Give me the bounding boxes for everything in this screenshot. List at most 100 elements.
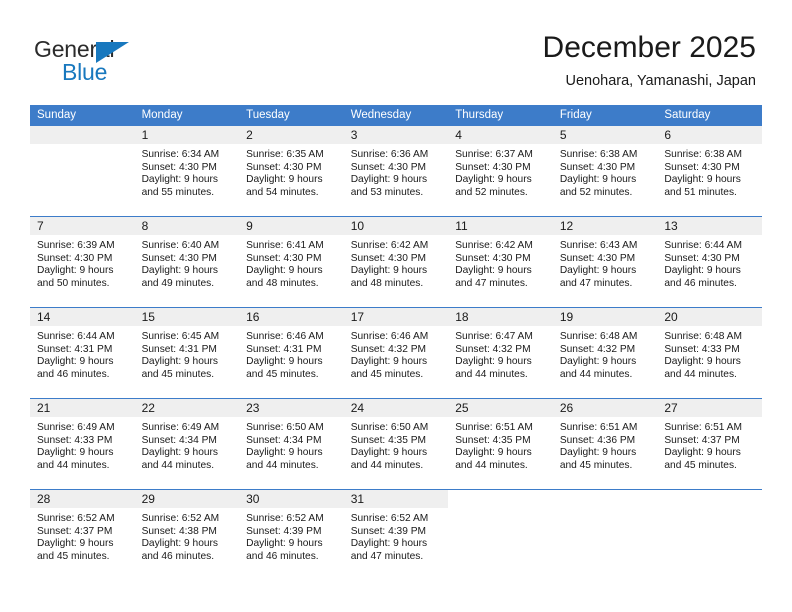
sun-info-line: Daylight: 9 hours xyxy=(141,538,219,550)
calendar-cell-empty xyxy=(448,489,553,580)
calendar-day-cell[interactable]: 27 Sunrise: 6:51 AM Sunset: 4:37 PM Dayligh… xyxy=(657,398,762,490)
sun-info-line: Daylight: 9 hours xyxy=(350,265,428,277)
calendar-day-cell[interactable]: 15 Sunrise: 6:45 AM Sunset: 4:31 PM Dayligh… xyxy=(134,307,240,399)
page-title: December 2025 xyxy=(542,31,756,64)
calendar-cell-empty xyxy=(30,126,135,217)
day-number: 19 xyxy=(552,308,658,326)
sun-info-line: Sunrise: 6:42 AM xyxy=(350,240,429,251)
calendar-day-cell[interactable]: 4 Sunrise: 6:37 AM Sunset: 4:30 PM Daylight… xyxy=(448,126,553,217)
day-number xyxy=(448,490,553,508)
calendar-day-cell[interactable]: 31 Sunrise: 6:52 AM Sunset: 4:39 PM Dayligh… xyxy=(343,489,449,580)
sun-info-line: Sunrise: 6:36 AM xyxy=(350,149,429,160)
day-sun-info: Sunrise: 6:37 AM Sunset: 4:30 PM Daylight:… xyxy=(448,144,553,199)
calendar-cell-empty xyxy=(552,489,658,580)
sun-info-line: Sunrise: 6:46 AM xyxy=(350,331,429,342)
calendar-day-cell[interactable]: 23 Sunrise: 6:50 AM Sunset: 4:34 PM Dayligh… xyxy=(239,398,344,490)
day-sun-info: Sunrise: 6:44 AM Sunset: 4:31 PM Daylight:… xyxy=(30,326,135,381)
day-sun-info: Sunrise: 6:44 AM Sunset: 4:30 PM Daylight:… xyxy=(657,235,762,290)
sun-info-line: and 46 minutes. xyxy=(37,368,110,380)
calendar-day-cell[interactable]: 2 Sunrise: 6:35 AM Sunset: 4:30 PM Daylight… xyxy=(239,126,344,217)
sun-info-line: Daylight: 9 hours xyxy=(141,356,219,368)
calendar-day-cell[interactable]: 13 Sunrise: 6:44 AM Sunset: 4:30 PM Dayligh… xyxy=(657,216,762,308)
sun-info-line: and 44 minutes. xyxy=(559,368,633,380)
calendar-day-cell[interactable]: 18 Sunrise: 6:47 AM Sunset: 4:32 PM Dayligh… xyxy=(448,307,553,399)
day-sun-info: Sunrise: 6:38 AM Sunset: 4:30 PM Daylight:… xyxy=(553,144,658,199)
calendar-week-row: 7 Sunrise: 6:39 AM Sunset: 4:30 PM Daylight… xyxy=(30,216,762,308)
day-number: 23 xyxy=(239,399,344,417)
sun-info-line: Sunset: 4:30 PM xyxy=(141,252,217,264)
general-blue-logo[interactable]: General Blue xyxy=(34,36,214,88)
sun-info-line: Sunrise: 6:38 AM xyxy=(559,149,638,160)
sun-info-line: and 45 minutes. xyxy=(37,550,110,562)
sun-info-line: Sunrise: 6:44 AM xyxy=(37,331,115,342)
weekday-header-monday: Monday xyxy=(134,105,240,126)
sun-info-line: and 55 minutes. xyxy=(141,186,215,198)
day-sun-info: Sunrise: 6:38 AM Sunset: 4:30 PM Daylight:… xyxy=(657,144,762,199)
day-number: 11 xyxy=(448,217,553,235)
sun-info-line: Sunrise: 6:34 AM xyxy=(141,149,220,160)
day-sun-info: Sunrise: 6:35 AM Sunset: 4:30 PM Daylight:… xyxy=(239,144,344,199)
sun-info-line: Sunrise: 6:47 AM xyxy=(455,331,533,342)
sun-info-line: and 47 minutes. xyxy=(350,550,424,562)
calendar-day-cell[interactable]: 7 Sunrise: 6:39 AM Sunset: 4:30 PM Daylight… xyxy=(30,216,135,308)
sun-info-line: Daylight: 9 hours xyxy=(350,174,428,186)
calendar-day-cell[interactable]: 8 Sunrise: 6:40 AM Sunset: 4:30 PM Daylight… xyxy=(134,216,240,308)
sun-info-line: Sunset: 4:39 PM xyxy=(350,525,427,537)
sun-info-line: Sunrise: 6:46 AM xyxy=(246,331,324,342)
day-number: 31 xyxy=(343,490,449,508)
calendar-day-cell[interactable]: 22 Sunrise: 6:49 AM Sunset: 4:34 PM Dayligh… xyxy=(134,398,240,490)
calendar-page: General Blue December 2025 Uenohara, Yam… xyxy=(0,0,792,612)
sun-info-line: Sunrise: 6:51 AM xyxy=(559,422,638,433)
sun-info-line: Daylight: 9 hours xyxy=(246,174,323,186)
calendar-day-cell[interactable]: 19 Sunrise: 6:48 AM Sunset: 4:32 PM Dayligh… xyxy=(552,307,658,399)
sun-info-line: Sunset: 4:35 PM xyxy=(455,434,531,446)
sun-info-line: Sunset: 4:36 PM xyxy=(559,434,636,446)
calendar-day-cell[interactable]: 11 Sunrise: 6:42 AM Sunset: 4:30 PM Dayligh… xyxy=(448,216,553,308)
day-number: 9 xyxy=(239,217,344,235)
calendar-day-cell[interactable]: 20 Sunrise: 6:48 AM Sunset: 4:33 PM Dayligh… xyxy=(657,307,762,399)
calendar-day-cell[interactable]: 29 Sunrise: 6:52 AM Sunset: 4:38 PM Dayligh… xyxy=(134,489,240,580)
day-sun-info: Sunrise: 6:46 AM Sunset: 4:32 PM Daylight:… xyxy=(344,326,449,381)
day-number: 10 xyxy=(343,217,449,235)
calendar-day-cell[interactable]: 26 Sunrise: 6:51 AM Sunset: 4:36 PM Dayligh… xyxy=(552,398,658,490)
sun-info-line: Sunrise: 6:50 AM xyxy=(246,422,324,433)
sun-info-line: Sunrise: 6:44 AM xyxy=(664,240,742,251)
day-number: 5 xyxy=(552,126,658,144)
weekday-header-tuesday: Tuesday xyxy=(239,105,344,126)
calendar-day-cell[interactable]: 14 Sunrise: 6:44 AM Sunset: 4:31 PM Dayligh… xyxy=(30,307,135,399)
sun-info-line: Sunrise: 6:50 AM xyxy=(350,422,429,433)
page-header: General Blue December 2025 Uenohara, Yam… xyxy=(0,0,792,104)
sun-info-line: Daylight: 9 hours xyxy=(455,356,532,368)
calendar-day-cell[interactable]: 30 Sunrise: 6:52 AM Sunset: 4:39 PM Dayligh… xyxy=(239,489,344,580)
sun-info-line: Daylight: 9 hours xyxy=(141,265,219,277)
calendar-day-cell[interactable]: 16 Sunrise: 6:46 AM Sunset: 4:31 PM Dayligh… xyxy=(239,307,344,399)
calendar-day-cell[interactable]: 6 Sunrise: 6:38 AM Sunset: 4:30 PM Daylight… xyxy=(657,126,762,217)
day-number: 8 xyxy=(134,217,240,235)
calendar-day-cell[interactable]: 12 Sunrise: 6:43 AM Sunset: 4:30 PM Dayligh… xyxy=(552,216,658,308)
sun-info-line: Sunrise: 6:51 AM xyxy=(455,422,533,433)
calendar-day-cell[interactable]: 28 Sunrise: 6:52 AM Sunset: 4:37 PM Dayligh… xyxy=(30,489,135,580)
calendar-day-cell[interactable]: 3 Sunrise: 6:36 AM Sunset: 4:30 PM Daylight… xyxy=(343,126,449,217)
sun-info-line: Sunset: 4:31 PM xyxy=(37,343,113,355)
calendar-day-cell[interactable]: 10 Sunrise: 6:42 AM Sunset: 4:30 PM Dayligh… xyxy=(343,216,449,308)
calendar-day-cell[interactable]: 5 Sunrise: 6:38 AM Sunset: 4:30 PM Daylight… xyxy=(552,126,658,217)
calendar-day-cell[interactable]: 1 Sunrise: 6:34 AM Sunset: 4:30 PM Daylight… xyxy=(134,126,240,217)
calendar-day-cell[interactable]: 25 Sunrise: 6:51 AM Sunset: 4:35 PM Dayligh… xyxy=(448,398,553,490)
sun-info-line: Sunset: 4:30 PM xyxy=(246,252,322,264)
calendar-day-cell[interactable]: 17 Sunrise: 6:46 AM Sunset: 4:32 PM Dayligh… xyxy=(343,307,449,399)
sun-info-line: Daylight: 9 hours xyxy=(455,447,532,459)
day-number: 13 xyxy=(657,217,762,235)
calendar-day-cell[interactable]: 21 Sunrise: 6:49 AM Sunset: 4:33 PM Dayligh… xyxy=(30,398,135,490)
title-block: December 2025 Uenohara, Yamanashi, Japan xyxy=(543,30,756,91)
sun-info-line: Sunrise: 6:49 AM xyxy=(141,422,220,433)
calendar-day-cell[interactable]: 9 Sunrise: 6:41 AM Sunset: 4:30 PM Daylight… xyxy=(239,216,344,308)
sun-info-line: Sunset: 4:31 PM xyxy=(141,343,217,355)
calendar-day-cell[interactable]: 24 Sunrise: 6:50 AM Sunset: 4:35 PM Dayligh… xyxy=(343,398,449,490)
calendar-week-row: 28 Sunrise: 6:52 AM Sunset: 4:37 PM Dayligh… xyxy=(30,489,762,580)
day-sun-info: Sunrise: 6:40 AM Sunset: 4:30 PM Daylight:… xyxy=(135,235,240,290)
day-number: 4 xyxy=(448,126,553,144)
day-sun-info: Sunrise: 6:47 AM Sunset: 4:32 PM Daylight:… xyxy=(448,326,553,381)
sun-info-line: Sunset: 4:34 PM xyxy=(246,434,322,446)
sun-info-line: and 50 minutes. xyxy=(37,277,110,289)
sun-info-line: Daylight: 9 hours xyxy=(246,356,323,368)
